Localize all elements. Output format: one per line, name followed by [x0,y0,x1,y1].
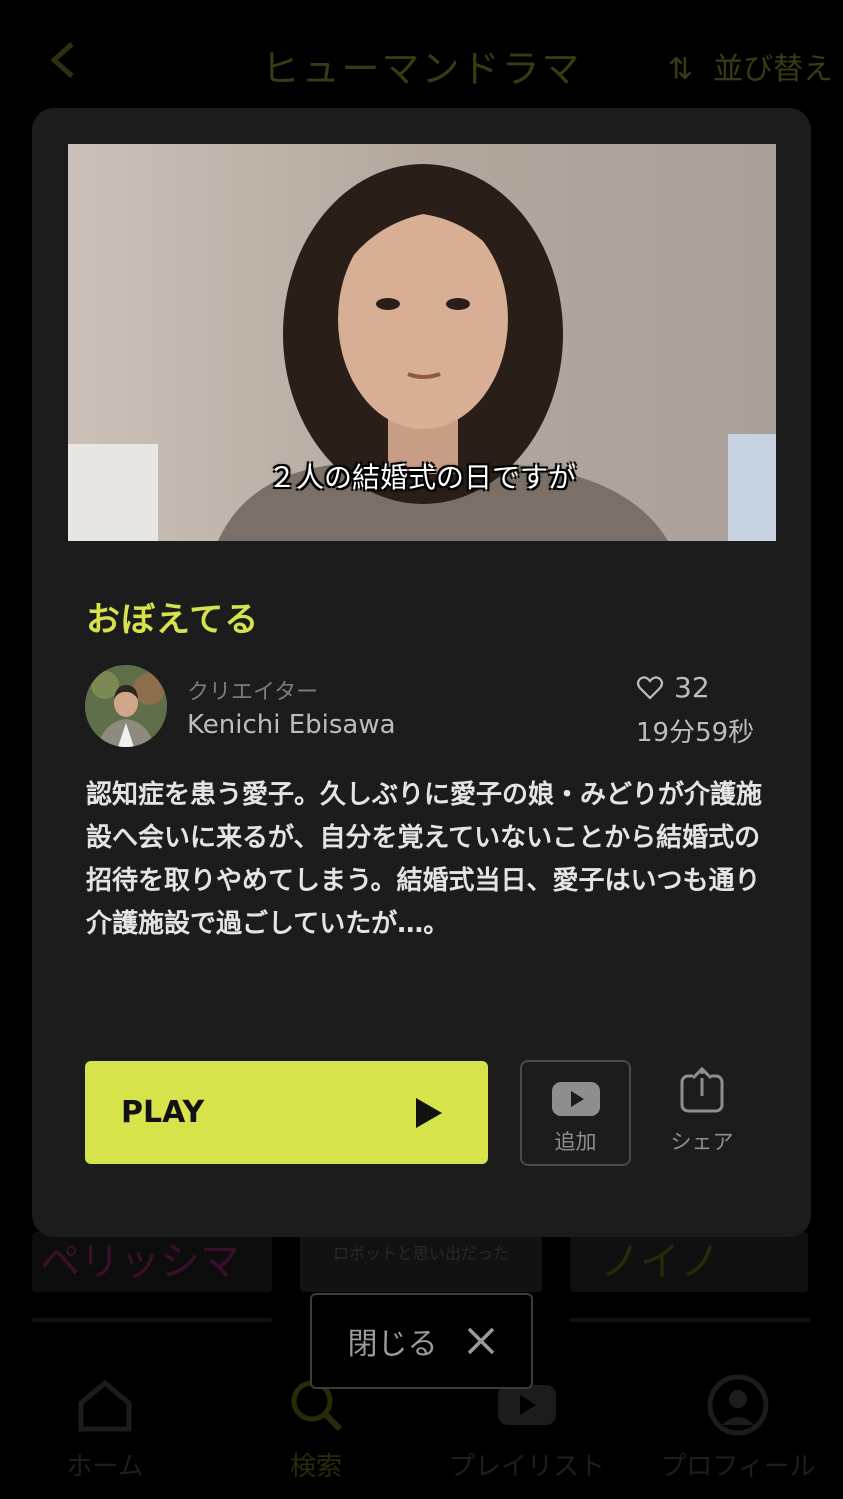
nav-label: プロフィール [660,1452,816,1482]
background-divider [32,1318,272,1322]
play-button[interactable]: PLAY [85,1061,488,1164]
creator-avatar[interactable] [85,665,167,747]
background-divider [570,1318,810,1322]
video-duration: 19分59秒 [636,718,755,748]
video-detail-modal: ２人の結婚式の日ですが おぼえてる クリエイター Kenichi Ebisawa… [32,108,811,1237]
nav-label: ホーム [66,1452,144,1482]
background-card[interactable]: ロボットと思い出だった [300,1232,542,1292]
video-description: 認知症を患う愛子。久しぶりに愛子の娘・みどりが介護施設へ会いに来るが、自分を覚え… [86,780,763,939]
close-button-label: 閉じる [347,1327,438,1362]
likes-value: 32 [674,671,710,704]
share-button-label: シェア [670,1130,734,1154]
close-icon [467,1327,494,1355]
creator-role-label: クリエイター [187,680,319,705]
video-thumbnail[interactable]: ２人の結婚式の日ですが [68,144,776,541]
creator-name[interactable]: Kenichi Ebisawa [187,710,396,740]
nav-label: プレイリスト [448,1452,605,1482]
nav-item-profile[interactable]: プロフィール [648,1370,828,1483]
video-title: おぼえてる [86,600,260,640]
play-icon [416,1097,442,1128]
add-button-label: 追加 [554,1130,597,1154]
sort-button[interactable]: ⇅ 並び替え [668,44,833,88]
share-icon [680,1066,724,1113]
sort-label: 並び替え [713,52,834,87]
background-card[interactable]: ペリッシマ [32,1232,272,1292]
nav-label: 検索 [289,1452,342,1482]
play-button-label: PLAY [121,1095,205,1130]
share-button[interactable]: シェア [662,1066,742,1156]
home-icon [15,1370,195,1440]
nav-item-home[interactable]: ホーム [15,1370,195,1483]
profile-icon [648,1370,828,1440]
background-card[interactable]: ノイノ [570,1232,808,1292]
add-to-playlist-button[interactable]: 追加 [520,1060,631,1166]
likes-count[interactable]: 32 [636,671,710,704]
sort-icon: ⇅ [668,52,694,87]
heart-icon [636,675,664,700]
video-subtitle: ２人の結婚式の日ですが [267,461,576,494]
playlist-add-icon [551,1082,600,1116]
close-button[interactable]: 閉じる [310,1293,533,1389]
bottom-navigation: ホーム 検索 プレイリスト プロフィール [0,1370,843,1499]
